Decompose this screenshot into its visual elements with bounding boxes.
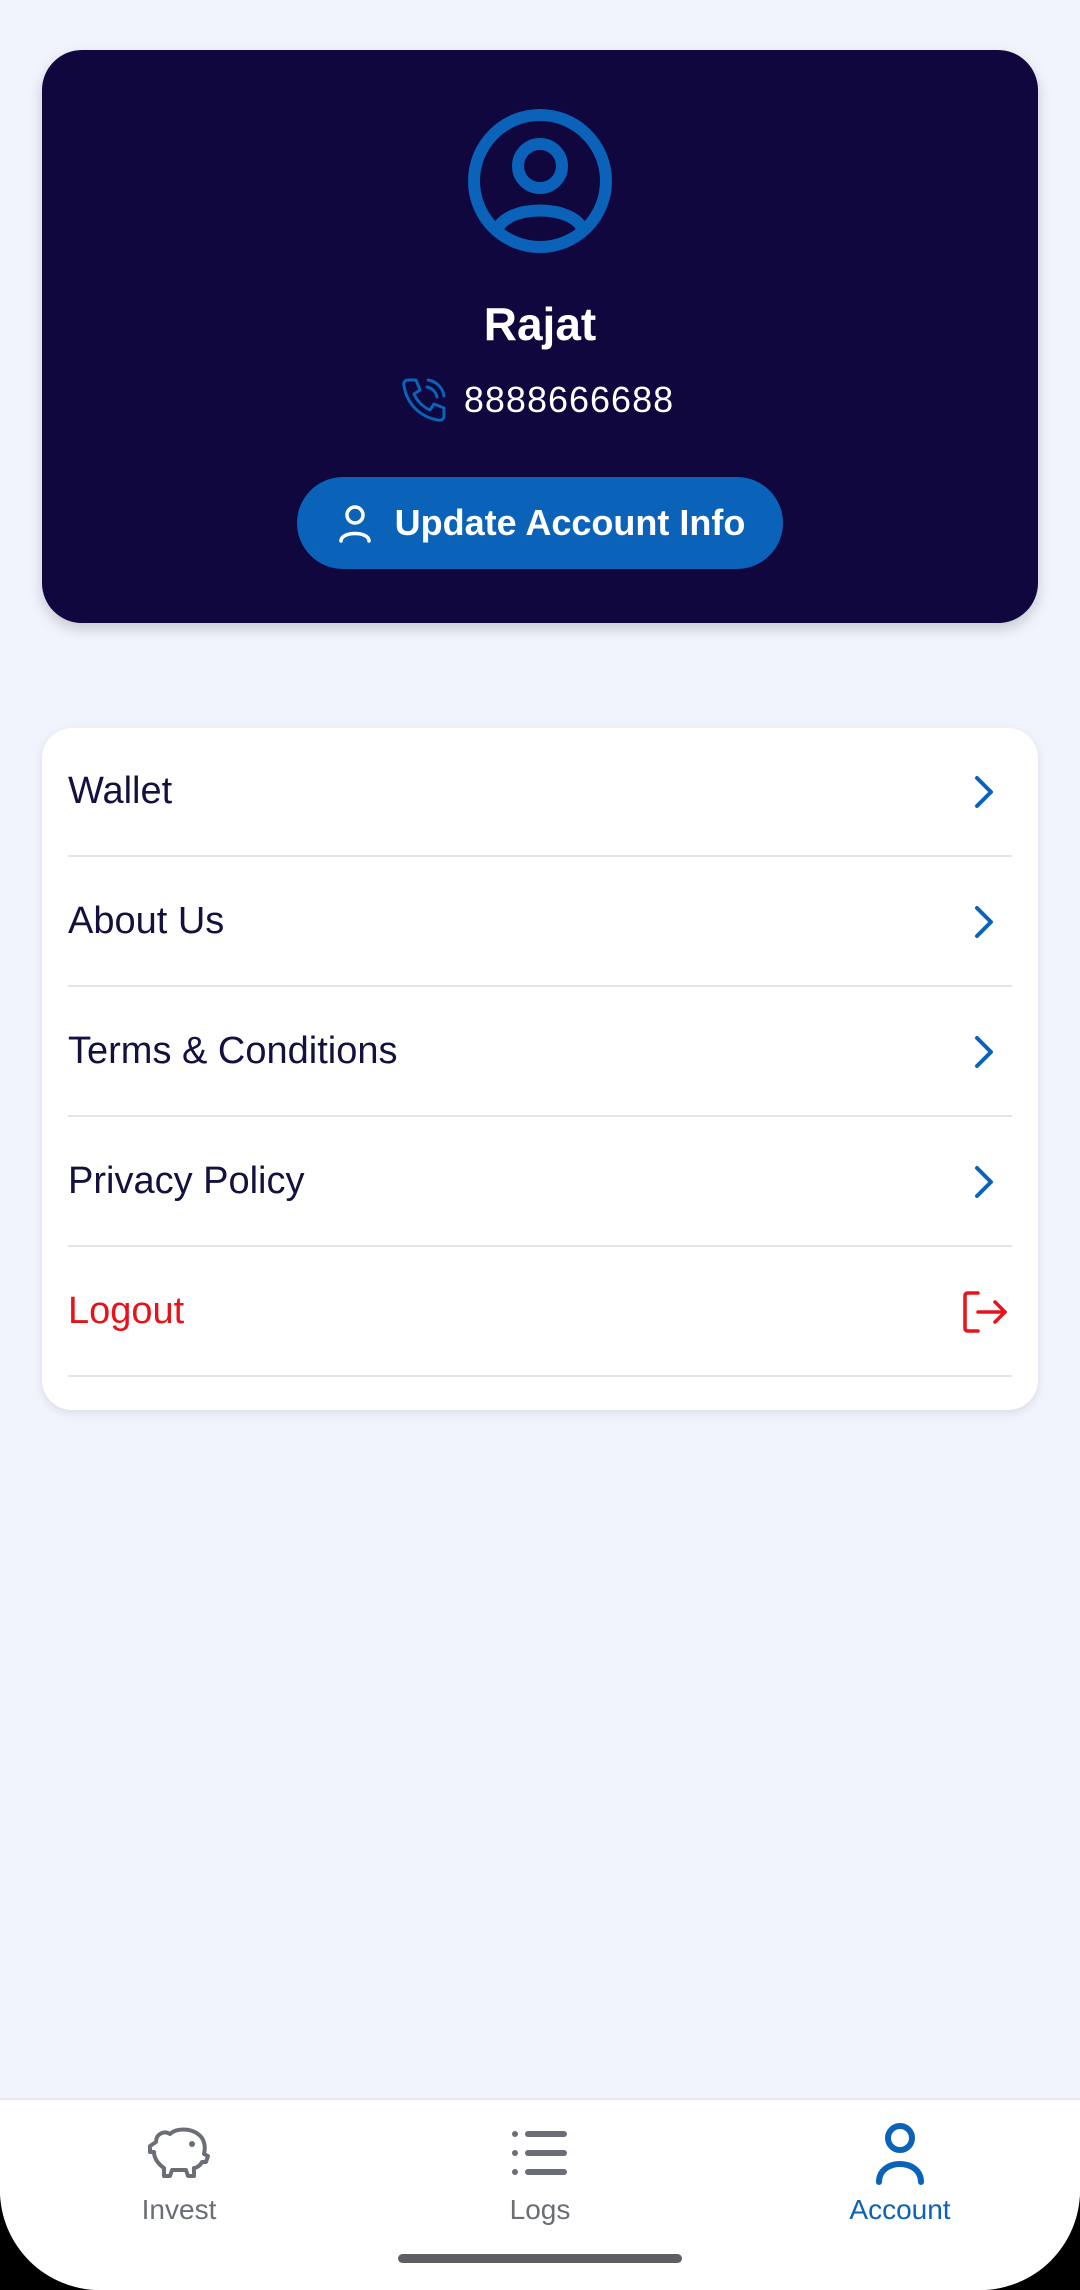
settings-menu: Wallet About Us Terms & Conditions Priva… bbox=[42, 728, 1038, 1410]
phone-row: 8888666688 bbox=[42, 370, 1038, 430]
menu-item-label: Wallet bbox=[68, 770, 173, 812]
user-name: Rajat bbox=[483, 298, 597, 350]
menu-item-privacy-policy[interactable]: Privacy Policy bbox=[68, 1118, 1012, 1247]
menu-item-label: About Us bbox=[68, 900, 225, 942]
logout-icon bbox=[963, 1290, 1007, 1333]
nav-item-logs[interactable]: Logs bbox=[440, 2120, 640, 2240]
nav-item-label: Invest bbox=[141, 2194, 217, 2225]
nav-item-invest[interactable]: Invest bbox=[79, 2120, 279, 2240]
phone-number: 8888666688 bbox=[463, 379, 675, 420]
menu-item-label: Logout bbox=[68, 1290, 185, 1332]
nav-item-label: Account bbox=[849, 2194, 951, 2225]
chevron-right-icon bbox=[975, 775, 993, 808]
phone-icon bbox=[402, 378, 446, 422]
update-account-info-button[interactable]: Update Account Info bbox=[297, 477, 783, 569]
nav-item-label: Logs bbox=[509, 2194, 571, 2225]
account-screen: Rajat 8888666688 Update Account Info Wal… bbox=[0, 0, 1080, 2290]
menu-item-label: Privacy Policy bbox=[68, 1160, 305, 1202]
user-circle-icon bbox=[468, 109, 612, 253]
menu-item-logout[interactable]: Logout bbox=[68, 1248, 1012, 1377]
home-indicator bbox=[398, 2254, 682, 2263]
user-icon bbox=[338, 505, 371, 543]
menu-item-terms-conditions[interactable]: Terms & Conditions bbox=[68, 988, 1012, 1117]
list-icon bbox=[512, 2131, 567, 2175]
menu-item-wallet[interactable]: Wallet bbox=[68, 728, 1012, 857]
chevron-right-icon bbox=[975, 1035, 993, 1068]
user-icon bbox=[876, 2123, 924, 2185]
piggy-bank-icon bbox=[148, 2127, 210, 2178]
nav-item-account[interactable]: Account bbox=[800, 2120, 1000, 2240]
chevron-right-icon bbox=[975, 905, 993, 938]
profile-card: Rajat 8888666688 Update Account Info bbox=[42, 50, 1038, 623]
update-account-info-label: Update Account Info bbox=[394, 502, 746, 543]
menu-item-label: Terms & Conditions bbox=[68, 1030, 398, 1072]
chevron-right-icon bbox=[975, 1165, 993, 1198]
menu-item-about-us[interactable]: About Us bbox=[68, 858, 1012, 987]
